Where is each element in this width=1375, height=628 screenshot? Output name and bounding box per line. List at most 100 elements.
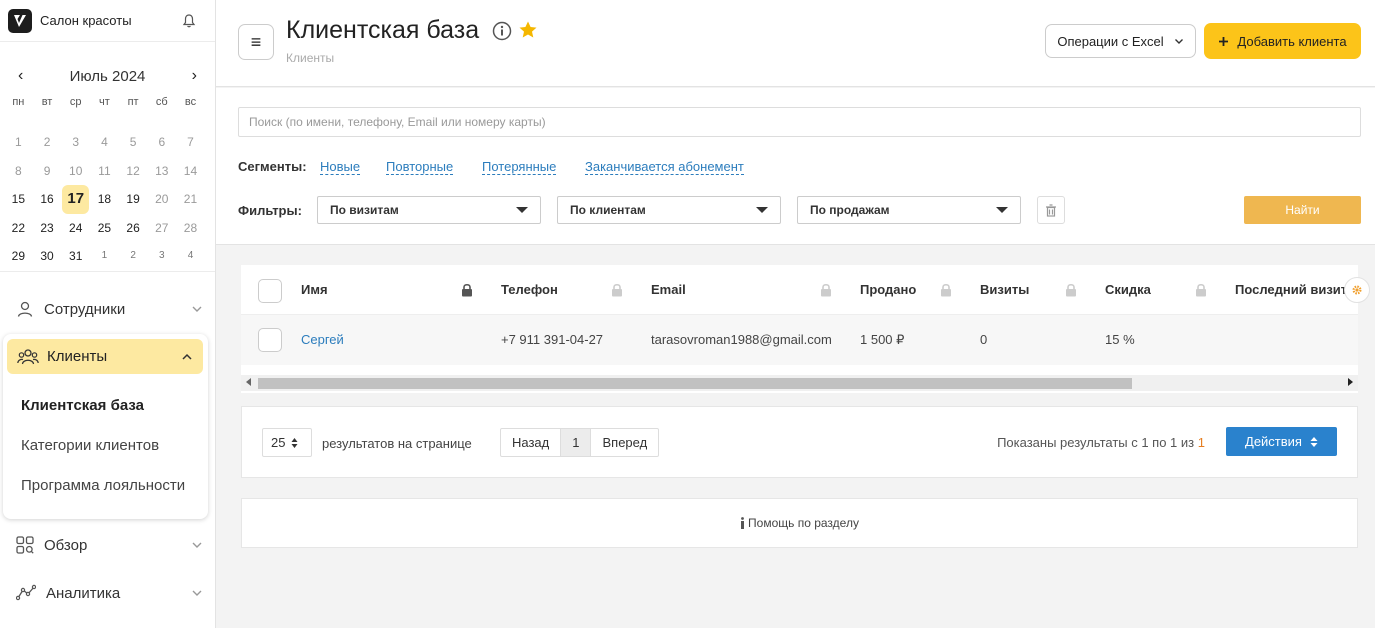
search-input[interactable] [238, 107, 1361, 137]
calendar-day[interactable]: 11 [90, 157, 119, 186]
calendar-day[interactable]: 24 [61, 214, 90, 243]
calendar-day[interactable]: 18 [90, 185, 119, 214]
excel-operations-button[interactable]: Операции с Excel [1045, 24, 1196, 58]
table-row[interactable]: Сергей +7 911 391-04-27 tarasovroman1988… [241, 315, 1358, 365]
help-section[interactable]: Помощь по разделу [241, 498, 1358, 548]
calendar-day[interactable]: 10 [61, 157, 90, 186]
client-discount: 15 % [1105, 332, 1135, 347]
column-header-discount[interactable]: Скидка [1105, 265, 1151, 315]
calendar-day[interactable]: 1 [90, 242, 119, 271]
lock-icon[interactable] [940, 283, 952, 297]
add-client-button[interactable]: Добавить клиента [1204, 23, 1361, 59]
clear-filters-button[interactable] [1037, 196, 1065, 224]
calendar-day[interactable]: 17 [62, 185, 90, 214]
segment-link-new[interactable]: Новые [320, 159, 361, 175]
sidebar-item-clients[interactable]: Клиенты [7, 339, 203, 374]
clients-panel: Клиенты Клиентская база Категории клиент… [3, 334, 208, 519]
calendar-day[interactable]: 21 [176, 185, 205, 214]
calendar-day[interactable]: 6 [147, 128, 176, 157]
select-all-checkbox[interactable] [258, 279, 282, 303]
client-email: tarasovroman1988@gmail.com [651, 332, 832, 347]
brand-name: Салон красоты [40, 13, 132, 28]
find-button[interactable]: Найти [1244, 196, 1361, 224]
column-header-email[interactable]: Email [651, 265, 686, 315]
calendar-day[interactable]: 29 [4, 242, 33, 271]
calendar-day[interactable]: 31 [61, 242, 90, 271]
calendar-day[interactable]: 1 [4, 128, 33, 157]
pager-prev-button[interactable]: Назад [501, 429, 562, 456]
calendar-day[interactable]: 30 [33, 242, 62, 271]
person-icon [17, 301, 33, 317]
scroll-right-icon[interactable] [1348, 378, 1353, 386]
calendar-day[interactable]: 7 [176, 128, 205, 157]
sidebar-item-overview[interactable]: Обзор [0, 521, 215, 569]
calendar-day[interactable]: 8 [4, 157, 33, 186]
lock-icon[interactable] [611, 283, 623, 297]
column-header-last-visit[interactable]: Последний визит [1235, 265, 1347, 315]
column-header-phone[interactable]: Телефон [501, 265, 558, 315]
filter-select-sales[interactable]: По продажам [797, 196, 1021, 224]
info-icon[interactable] [492, 21, 512, 41]
client-name-link[interactable]: Сергей [301, 315, 344, 365]
calendar-day[interactable]: 5 [119, 128, 148, 157]
horizontal-scrollbar[interactable] [241, 375, 1358, 391]
trash-icon [1046, 203, 1056, 217]
pager-page-button[interactable]: 1 [561, 429, 592, 456]
segment-link-lost[interactable]: Потерянные [482, 159, 557, 175]
scroll-left-icon[interactable] [246, 378, 251, 386]
column-header-sold[interactable]: Продано [860, 265, 916, 315]
calendar-day[interactable]: 22 [4, 214, 33, 243]
calendar-prev-icon[interactable]: ‹ [18, 67, 23, 85]
sidebar-subitem-client-base[interactable]: Клиентская база [21, 397, 144, 414]
calendar-day[interactable]: 16 [33, 185, 62, 214]
sidebar-subitem-loyalty[interactable]: Программа лояльности [21, 477, 185, 494]
calendar-day[interactable]: 3 [61, 128, 90, 157]
calendar-day[interactable]: 13 [147, 157, 176, 186]
sidebar-subitem-client-categories[interactable]: Категории клиентов [21, 437, 159, 454]
calendar-day[interactable]: 3 [147, 242, 176, 271]
star-icon[interactable] [518, 20, 538, 40]
calendar-day[interactable]: 20 [147, 185, 176, 214]
scrollbar-thumb[interactable] [258, 378, 1132, 389]
chevron-up-icon [182, 353, 192, 360]
calendar-day[interactable]: 15 [4, 185, 33, 214]
menu-toggle-button[interactable]: ≡ [238, 24, 274, 60]
segments-label: Сегменты: [238, 159, 307, 174]
chevron-down-icon [192, 590, 202, 596]
client-visits: 0 [980, 332, 988, 347]
pager-next-button[interactable]: Вперед [591, 429, 658, 456]
calendar-day[interactable]: 4 [176, 242, 205, 271]
calendar-day[interactable]: 28 [176, 214, 205, 243]
filter-select-clients[interactable]: По клиентам [557, 196, 781, 224]
calendar-day[interactable]: 12 [119, 157, 148, 186]
calendar-day[interactable]: 23 [33, 214, 62, 243]
table-settings-button[interactable] [1344, 277, 1370, 303]
per-page-select[interactable]: 25 [262, 428, 312, 457]
calendar-day[interactable]: 2 [119, 242, 148, 271]
calendar-next-icon[interactable]: › [192, 67, 197, 85]
sidebar-item-staff[interactable]: Сотрудники [0, 285, 215, 333]
calendar-day[interactable]: 27 [147, 214, 176, 243]
lock-icon[interactable] [1065, 283, 1077, 297]
segment-link-subscription-ending[interactable]: Заканчивается абонемент [585, 159, 744, 175]
breadcrumb[interactable]: Клиенты [286, 51, 334, 65]
sidebar-item-analytics[interactable]: Аналитика [0, 569, 215, 617]
filter-select-visits[interactable]: По визитам [317, 196, 541, 224]
lock-icon[interactable] [1195, 283, 1207, 297]
calendar-day[interactable]: 14 [176, 157, 205, 186]
actions-button[interactable]: Действия [1226, 427, 1337, 456]
calendar-day[interactable]: 2 [33, 128, 62, 157]
calendar-day[interactable]: 26 [119, 214, 148, 243]
lock-icon[interactable] [461, 283, 473, 297]
calendar-day[interactable]: 9 [33, 157, 62, 186]
segment-link-repeat[interactable]: Повторные [386, 159, 454, 175]
lock-icon[interactable] [820, 283, 832, 297]
row-checkbox[interactable] [258, 328, 282, 352]
calendar-day[interactable]: 19 [119, 185, 148, 214]
bell-icon[interactable] [181, 13, 197, 29]
column-header-visits[interactable]: Визиты [980, 265, 1029, 315]
calendar-day[interactable]: 4 [90, 128, 119, 157]
logo-icon [8, 8, 32, 33]
column-header-name[interactable]: Имя [301, 265, 328, 315]
calendar-day[interactable]: 25 [90, 214, 119, 243]
